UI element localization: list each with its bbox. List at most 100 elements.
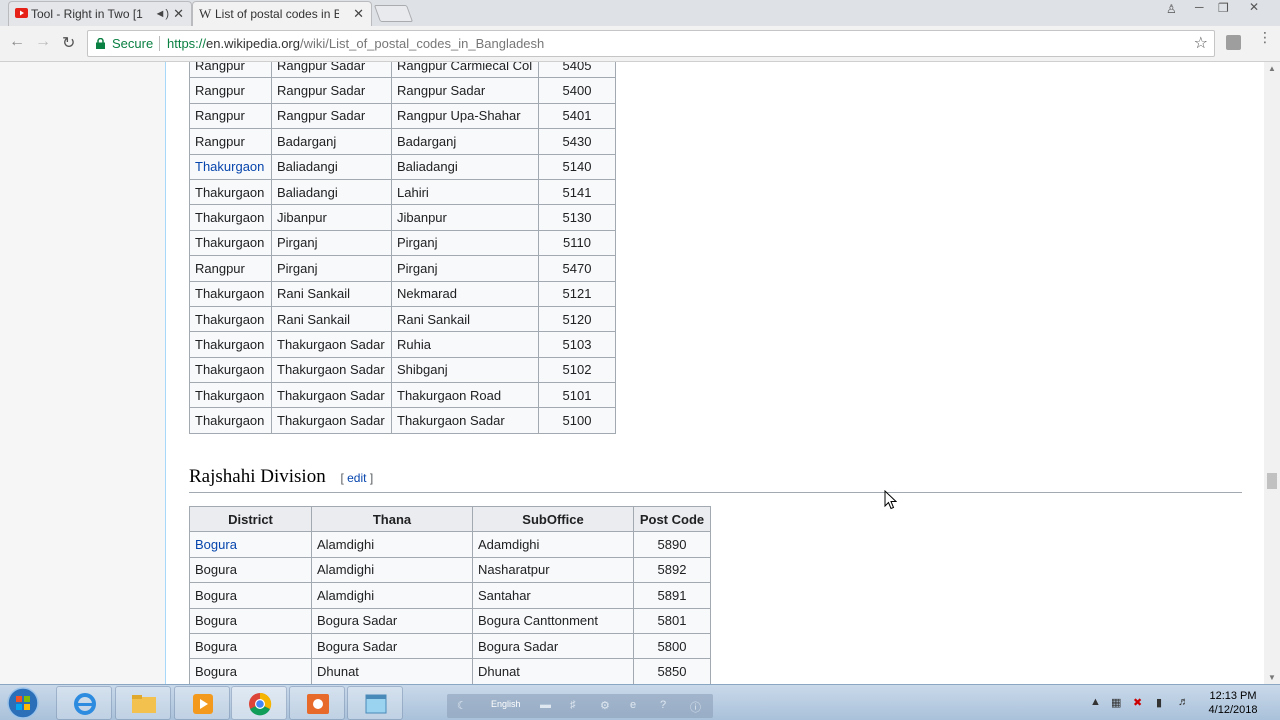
suboffice-cell: Pirganj	[391, 255, 539, 282]
table-row: Rangpur Badarganj Badarganj 5430	[189, 128, 616, 155]
address-bar[interactable]: Secure https://en.wikipedia.org/wiki/Lis…	[87, 30, 1215, 57]
thana-cell: Rani Sankail	[271, 280, 392, 307]
section-heading-rajshahi: Rajshahi Division [ edit ]	[189, 466, 1242, 493]
thana-cell: Bogura Sadar	[311, 632, 473, 660]
internet-explorer-icon	[74, 693, 96, 715]
mouse-cursor-icon	[884, 490, 897, 510]
tab-youtube[interactable]: Tool - Right in Two [1 ◄) ✕	[8, 1, 192, 26]
rajshahi-postal-table: District Thana SubOffice Post Code Bogura Al…	[189, 505, 711, 684]
window-app-icon	[365, 694, 387, 714]
suboffice-cell: Jibanpur	[391, 204, 539, 231]
thana-cell: Jibanpur	[271, 204, 392, 231]
column-header[interactable]: Thana	[311, 505, 473, 533]
language-bar[interactable]: ☾ English ▬ ♯ ⚙ e ? ⓘ	[447, 694, 713, 718]
district-cell: Bogura	[189, 531, 312, 558]
extension-icon[interactable]	[1226, 35, 1241, 50]
edit-bracket-close: ]	[366, 471, 374, 485]
windows-taskbar: ☾ English ▬ ♯ ⚙ e ? ⓘ ▲ ▦ ✖ ▮ ♬ 12:13 PM…	[0, 684, 1280, 720]
postcode-cell: 5890	[633, 531, 711, 558]
chrome-icon	[249, 692, 272, 716]
settings-gear-icon[interactable]: ⚙	[600, 699, 610, 712]
thana-cell: Thakurgaon Sadar	[271, 407, 392, 434]
wiki-left-panel	[0, 62, 166, 684]
thana-cell: Thakurgaon Sadar	[271, 356, 392, 384]
district-cell: Thakurgaon	[189, 305, 272, 333]
tab-wikipedia[interactable]: W List of postal codes in Ba ✕	[192, 1, 372, 26]
postcode-cell: 5470	[538, 255, 616, 282]
help-icon[interactable]: ?	[660, 699, 666, 711]
signal-icon[interactable]: ▮	[1156, 696, 1162, 709]
postcode-cell: 5130	[538, 204, 616, 231]
reload-icon[interactable]: ↻	[62, 33, 75, 53]
thana-cell: Thakurgaon Sadar	[271, 331, 392, 358]
taskbar-explorer[interactable]	[115, 686, 171, 720]
postcode-cell: 5850	[633, 658, 711, 684]
suboffice-cell: Bogura Canttonment	[472, 607, 634, 634]
taskbar-powerpoint[interactable]	[289, 686, 345, 720]
column-header[interactable]: SubOffice	[472, 505, 634, 533]
lock-icon	[96, 38, 105, 49]
thana-cell: Rani Sankail	[271, 305, 392, 333]
district-cell: Thakurgaon	[189, 204, 272, 231]
volume-icon[interactable]: ♬	[1178, 696, 1189, 708]
thana-cell: Pirganj	[271, 255, 392, 282]
back-icon[interactable]: ←	[9, 33, 25, 51]
minimize-icon[interactable]: ─	[1195, 0, 1204, 14]
scroll-down-icon[interactable]: ▼	[1268, 673, 1276, 682]
close-tab-icon[interactable]: ✕	[173, 2, 184, 26]
postcode-cell: 5110	[538, 229, 616, 257]
scroll-up-icon[interactable]: ▲	[1268, 64, 1276, 73]
thana-cell: Bogura Sadar	[311, 607, 473, 634]
windows-start-icon[interactable]	[3, 686, 43, 720]
taskbar-ie[interactable]	[56, 686, 112, 720]
table-row: Thakurgaon Thakurgaon Sadar Thakurgaon Roa…	[189, 382, 616, 409]
table-header-row: District Thana SubOffice Post Code	[189, 505, 711, 533]
taskbar-chrome[interactable]	[231, 686, 287, 720]
scrollbar-thumb[interactable]	[1267, 473, 1277, 489]
district-link[interactable]: Bogura	[195, 537, 237, 552]
keyboard-icon[interactable]: ▬	[540, 699, 551, 711]
table-row: Thakurgaon Thakurgaon Sadar Ruhia 5103	[189, 331, 616, 358]
system-clock[interactable]: 12:13 PM 4/12/2018	[1198, 689, 1268, 717]
district-cell: Thakurgaon	[189, 280, 272, 307]
table-row: Bogura Bogura Sadar Bogura Sadar 5800	[189, 632, 711, 660]
close-tab-icon[interactable]: ✕	[353, 2, 364, 26]
suboffice-cell: Dhunat	[472, 658, 634, 684]
network-warning-icon[interactable]: ✖	[1133, 696, 1142, 709]
postcode-cell: 5405	[538, 62, 616, 79]
url-text[interactable]: https://en.wikipedia.org/wiki/List_of_po…	[167, 31, 544, 56]
edit-link[interactable]: edit	[347, 471, 366, 485]
district-link[interactable]: Thakurgaon	[195, 159, 264, 174]
postcode-cell: 5140	[538, 153, 616, 180]
postcode-cell: 5401	[538, 102, 616, 130]
device-icon[interactable]: ▦	[1111, 696, 1121, 709]
info-icon[interactable]: ⓘ	[690, 699, 701, 715]
ie-small-icon[interactable]: e	[630, 699, 636, 711]
postcode-cell: 5801	[633, 607, 711, 634]
chrome-menu-icon[interactable]: ⋮	[1258, 30, 1272, 44]
suboffice-cell: Rangpur Carmiecal Col	[391, 62, 539, 79]
column-header[interactable]: District	[189, 505, 312, 533]
suboffice-cell: Pirganj	[391, 229, 539, 257]
table-row: Thakurgaon Baliadangi Baliadangi 5140	[189, 153, 616, 180]
postcode-cell: 5892	[633, 556, 711, 584]
thana-cell: Baliadangi	[271, 153, 392, 180]
user-profile-icon[interactable]: ♙	[1166, 2, 1177, 16]
column-header[interactable]: Post Code	[633, 505, 711, 533]
postcode-cell: 5103	[538, 331, 616, 358]
postcode-cell: 5800	[633, 632, 711, 660]
close-window-icon[interactable]: ✕	[1249, 0, 1259, 14]
suboffice-cell: Nasharatpur	[472, 556, 634, 584]
taskbar-app[interactable]	[347, 686, 403, 720]
forward-icon[interactable]: →	[35, 33, 51, 51]
table-row: Thakurgaon Rani Sankail Rani Sankail 5120	[189, 305, 616, 333]
restore-icon[interactable]: ❐	[1218, 1, 1229, 15]
taskbar-media[interactable]	[174, 686, 230, 720]
thana-cell: Rangpur Sadar	[271, 77, 392, 104]
pen-icon[interactable]: ♯	[570, 699, 576, 711]
new-tab-button[interactable]	[373, 5, 414, 22]
show-hidden-icons-icon[interactable]: ▲	[1090, 696, 1101, 708]
bookmark-star-icon[interactable]: ☆	[1194, 31, 1208, 56]
speaker-icon[interactable]: ◄)	[154, 2, 169, 26]
vertical-scrollbar[interactable]: ▲ ▼	[1264, 62, 1280, 684]
